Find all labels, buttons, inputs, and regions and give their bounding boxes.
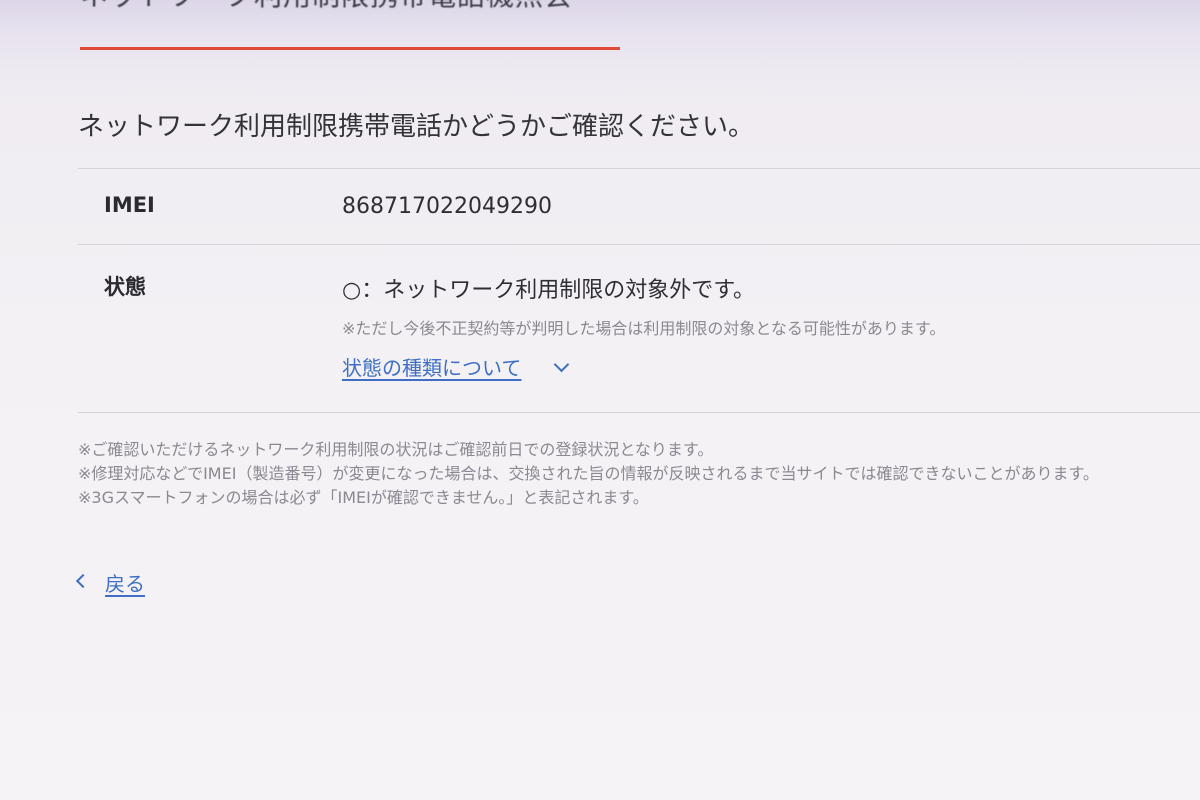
page-title: ネットワーク利用制限携帯電話機照会 bbox=[80, 0, 573, 14]
imei-label: IMEI bbox=[104, 193, 155, 217]
status-note: ※ただし今後不正契約等が判明した場合は利用制限の対象となる可能性があります。 bbox=[342, 319, 946, 338]
intro-text: ネットワーク利用制限携帯電話かどうかご確認ください。 bbox=[78, 112, 755, 142]
notes-list: ※ご確認いただけるネットワーク利用制限の状況はご確認前日での登録状況となります。… bbox=[78, 438, 1099, 510]
title-underline bbox=[80, 47, 620, 50]
status-types-link[interactable]: 状態の種類について bbox=[342, 352, 521, 381]
status-label: 状態 bbox=[104, 275, 146, 299]
note-item: ※ご確認いただけるネットワーク利用制限の状況はご確認前日での登録状況となります。 bbox=[78, 440, 714, 459]
status-value: ○：ネットワーク利用制限の対象外です。 bbox=[342, 278, 755, 303]
chevron-left-icon[interactable] bbox=[75, 573, 91, 589]
divider-middle bbox=[78, 244, 1200, 245]
chevron-down-icon[interactable] bbox=[553, 356, 570, 373]
back-label[interactable]: 戻る bbox=[105, 568, 145, 597]
note-item: ※修理対応などでIMEI（製造番号）が変更になった場合は、交換された旨の情報が反… bbox=[78, 464, 1099, 483]
divider-top bbox=[78, 168, 1200, 169]
note-item: ※3Gスマートフォンの場合は必ず「IMEIが確認できません。」と表記されます。 bbox=[78, 488, 649, 507]
imei-value: 868717022049290 bbox=[342, 194, 552, 219]
divider-bottom bbox=[78, 412, 1200, 413]
